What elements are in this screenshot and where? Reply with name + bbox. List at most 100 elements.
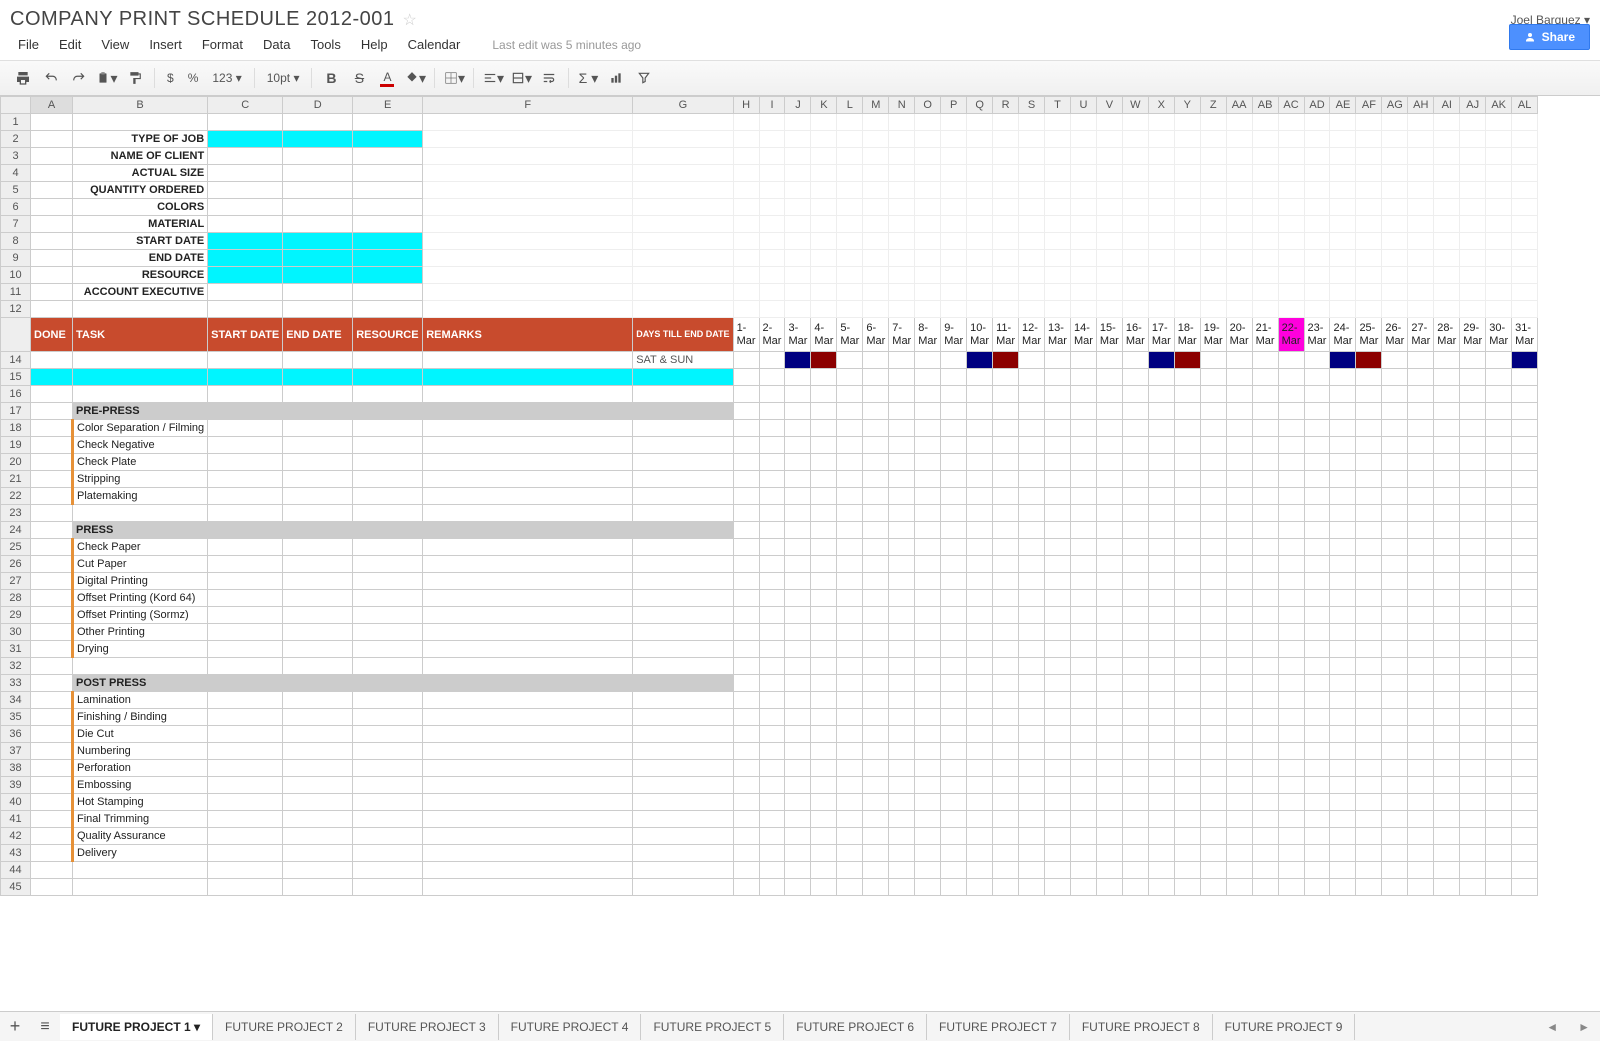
cell[interactable]: [1460, 284, 1486, 301]
col-header-G[interactable]: G: [633, 97, 733, 114]
cell[interactable]: [863, 301, 889, 318]
cell[interactable]: [283, 403, 353, 420]
cell[interactable]: [1174, 114, 1200, 131]
calendar-cell[interactable]: [1252, 726, 1278, 743]
cell[interactable]: [1070, 216, 1096, 233]
cell[interactable]: [208, 845, 283, 862]
cell[interactable]: [1304, 862, 1330, 879]
col-header-Y[interactable]: Y: [1174, 97, 1200, 114]
cell[interactable]: [863, 199, 889, 216]
cell[interactable]: [208, 437, 283, 454]
cell[interactable]: [1434, 301, 1460, 318]
calendar-cell[interactable]: [1226, 437, 1252, 454]
calendar-cell[interactable]: [863, 624, 889, 641]
cell[interactable]: [733, 131, 759, 148]
calendar-cell[interactable]: [967, 539, 993, 556]
calendar-cell[interactable]: [967, 454, 993, 471]
cell[interactable]: [1174, 199, 1200, 216]
row-header-11[interactable]: 11: [1, 284, 31, 301]
cell[interactable]: [967, 148, 993, 165]
cell[interactable]: [423, 488, 633, 505]
cell[interactable]: [811, 114, 837, 131]
calendar-cell[interactable]: [1019, 726, 1045, 743]
task-name[interactable]: Quality Assurance: [73, 828, 208, 845]
cell[interactable]: [1278, 284, 1304, 301]
calendar-cell[interactable]: [1486, 590, 1512, 607]
calendar-cell[interactable]: [1070, 471, 1096, 488]
col-header-U[interactable]: U: [1070, 97, 1096, 114]
row-header-31[interactable]: 31: [1, 641, 31, 658]
calendar-cell[interactable]: [1486, 437, 1512, 454]
cell[interactable]: [785, 148, 811, 165]
calendar-cell[interactable]: [1070, 573, 1096, 590]
calendar-cell[interactable]: [759, 726, 785, 743]
cell[interactable]: [353, 743, 423, 760]
calendar-cell[interactable]: [1019, 522, 1045, 539]
calendar-cell[interactable]: [1356, 794, 1382, 811]
add-sheet-button[interactable]: +: [0, 1016, 30, 1037]
cell[interactable]: [1330, 182, 1356, 199]
cell[interactable]: [353, 420, 423, 437]
menu-view[interactable]: View: [93, 35, 137, 54]
calendar-cell[interactable]: [967, 488, 993, 505]
calendar-cell[interactable]: [941, 828, 967, 845]
calendar-cell[interactable]: [1356, 488, 1382, 505]
cell[interactable]: [1045, 182, 1071, 199]
calendar-cell[interactable]: [889, 624, 915, 641]
calendar-cell[interactable]: [733, 658, 759, 675]
calendar-cell[interactable]: [733, 709, 759, 726]
cell[interactable]: [941, 386, 967, 403]
row-header-8[interactable]: 8: [1, 233, 31, 250]
calendar-cell[interactable]: [1019, 505, 1045, 522]
calendar-cell[interactable]: [1486, 777, 1512, 794]
calendar-cell[interactable]: [1356, 743, 1382, 760]
cell[interactable]: [353, 114, 423, 131]
cell[interactable]: [208, 726, 283, 743]
cell[interactable]: [967, 250, 993, 267]
calendar-cell[interactable]: [1122, 811, 1148, 828]
calendar-cell[interactable]: [1486, 658, 1512, 675]
calendar-cell[interactable]: [1148, 607, 1174, 624]
calendar-cell[interactable]: [1174, 845, 1200, 862]
cell[interactable]: [759, 386, 785, 403]
calendar-cell[interactable]: [733, 403, 759, 420]
calendar-cell[interactable]: [993, 403, 1019, 420]
calendar-cell[interactable]: [1252, 624, 1278, 641]
calendar-cell[interactable]: [915, 607, 941, 624]
calendar-cell[interactable]: [1019, 760, 1045, 777]
calendar-cell[interactable]: [993, 828, 1019, 845]
calendar-cell[interactable]: [863, 607, 889, 624]
cell[interactable]: [31, 777, 73, 794]
cell[interactable]: [1356, 250, 1382, 267]
cell[interactable]: [423, 454, 633, 471]
calendar-cell[interactable]: [941, 658, 967, 675]
cell[interactable]: [31, 165, 73, 182]
calendar-cell[interactable]: [941, 777, 967, 794]
calendar-cell[interactable]: [863, 420, 889, 437]
cell[interactable]: [889, 284, 915, 301]
cell[interactable]: [208, 607, 283, 624]
calendar-cell[interactable]: [1096, 454, 1122, 471]
calendar-cell[interactable]: [1019, 692, 1045, 709]
calendar-cell[interactable]: [1122, 539, 1148, 556]
calendar-cell[interactable]: [1356, 522, 1382, 539]
calendar-cell[interactable]: [1148, 573, 1174, 590]
cell[interactable]: [759, 148, 785, 165]
col-header-H[interactable]: H: [733, 97, 759, 114]
calendar-cell[interactable]: [1330, 777, 1356, 794]
task-name[interactable]: Offset Printing (Kord 64): [73, 590, 208, 607]
cell[interactable]: [837, 233, 863, 250]
calendar-cell[interactable]: [837, 777, 863, 794]
calendar-cell[interactable]: [785, 675, 811, 692]
calendar-cell[interactable]: [811, 726, 837, 743]
calendar-cell[interactable]: [1460, 675, 1486, 692]
calendar-cell[interactable]: [1330, 743, 1356, 760]
row-header-27[interactable]: 27: [1, 573, 31, 590]
cell[interactable]: [353, 556, 423, 573]
cell[interactable]: [967, 199, 993, 216]
calendar-cell[interactable]: [915, 403, 941, 420]
cell[interactable]: [1045, 216, 1071, 233]
calendar-cell[interactable]: [1045, 522, 1071, 539]
cell[interactable]: [353, 539, 423, 556]
calendar-cell[interactable]: [1382, 437, 1408, 454]
